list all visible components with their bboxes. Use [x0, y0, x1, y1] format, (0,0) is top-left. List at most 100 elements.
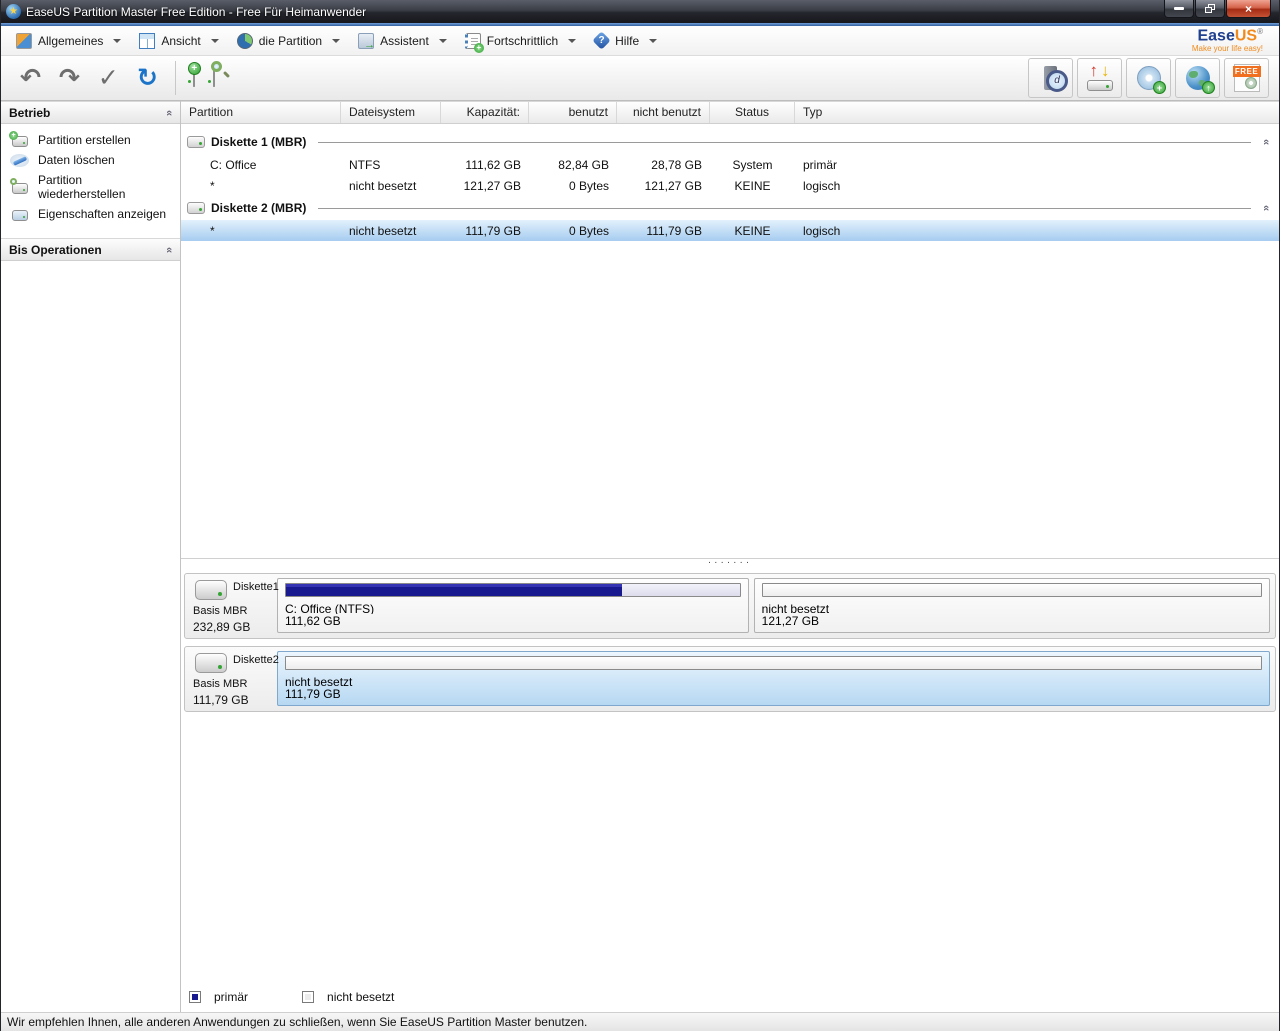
toolbar-right-group: ↑↓ + ↑ FREE	[1024, 58, 1269, 98]
disk-drive-icon	[195, 653, 227, 673]
legend-item-primaer: primär	[189, 990, 248, 1004]
create-partition-button[interactable]: +	[187, 62, 201, 87]
col-benutzt[interactable]: benutzt	[529, 102, 617, 123]
upload-web-button[interactable]: ↑	[1175, 58, 1220, 98]
col-typ[interactable]: Typ	[795, 102, 1279, 123]
partition-block-unallocated-2[interactable]: nicht besetzt 111,79 GB	[277, 651, 1270, 706]
section-title: Betrieb	[9, 105, 51, 120]
disk1-info[interactable]: Diskette1 Basis MBR 232,89 GB	[185, 574, 279, 638]
legend-item-nicht-besetzt: nicht besetzt	[302, 990, 394, 1004]
menu-fortschrittlich[interactable]: Fortschrittlich	[456, 29, 585, 53]
restore-button[interactable]	[1195, 0, 1225, 18]
general-menu-icon	[16, 32, 32, 49]
close-icon: ×	[1244, 1, 1252, 16]
partition-block-unallocated-1[interactable]: nicht besetzt 121,27 GB	[753, 578, 1270, 633]
free-offer-button[interactable]: FREE	[1224, 58, 1269, 98]
legend-label: nicht besetzt	[327, 990, 395, 1004]
disk-group-label: Diskette 1 (MBR)	[211, 135, 307, 149]
view-menu-icon	[139, 32, 156, 49]
table-row[interactable]: * nicht besetzt 121,27 GB 0 Bytes 121,27…	[181, 175, 1279, 196]
disk-group-row[interactable]: Diskette 2 (MBR) «	[181, 196, 1279, 220]
advanced-menu-icon	[464, 32, 484, 53]
menu-ansicht[interactable]: Ansicht	[130, 29, 227, 53]
col-kapazitaet[interactable]: Kapazität:	[441, 102, 529, 123]
close-button[interactable]: ×	[1226, 0, 1271, 18]
disk-panel-1: Diskette1 Basis MBR 232,89 GB C: Office …	[184, 573, 1276, 639]
sidebar: Betrieb « + Partition erstellen Daten lö…	[1, 101, 181, 1012]
title-bar: ★ EaseUS Partition Master Free Edition -…	[1, 0, 1279, 23]
easeus-logo: EaseUS® Make your life easy!	[1191, 26, 1263, 54]
menu-die-partition[interactable]: die Partition	[228, 29, 349, 53]
burn-cd-button[interactable]: +	[1126, 58, 1171, 98]
disk-group-label: Diskette 2 (MBR)	[211, 201, 307, 215]
menu-assistent[interactable]: Assistent	[349, 29, 456, 53]
check-disk-button[interactable]	[1028, 58, 1073, 98]
col-partition[interactable]: Partition	[181, 102, 341, 123]
partition-block-c-office[interactable]: C: Office (NTFS) 111,62 GB	[277, 578, 749, 633]
menu-label: Hilfe	[615, 33, 640, 48]
usage-bar	[285, 583, 741, 597]
collapse-chevron-icon[interactable]: «	[1260, 205, 1272, 211]
chevron-down-icon	[649, 38, 658, 43]
collapse-chevron-icon[interactable]: «	[1260, 139, 1272, 145]
disk-group-row[interactable]: Diskette 1 (MBR) «	[181, 130, 1279, 154]
window-controls: ×	[1163, 0, 1279, 23]
undo-icon[interactable]: ↶	[20, 65, 41, 91]
copy-disk-button[interactable]: ↑ ↓	[1077, 58, 1122, 98]
plus-badge-icon: +	[1153, 81, 1166, 94]
app-icon: ★	[6, 4, 21, 19]
collapse-chevron-icon[interactable]: «	[163, 246, 175, 252]
table-header: Partition Dateisystem Kapazität: benutzt…	[181, 102, 1279, 124]
sidebar-item-partition-wiederherstellen[interactable]: Partition wiederherstellen	[1, 170, 180, 204]
toolbar-separator	[174, 61, 176, 95]
chevron-down-icon	[438, 38, 447, 43]
chevron-down-icon	[332, 38, 341, 43]
sidebar-item-label: Eigenschaften anzeigen	[38, 207, 167, 221]
erase-data-icon	[10, 153, 29, 167]
legend-label: primär	[214, 990, 249, 1004]
menu-allgemeines[interactable]: Allgemeines	[7, 29, 130, 53]
minimize-icon	[1174, 7, 1184, 10]
partition-menu-icon	[236, 32, 253, 49]
partition-table: Partition Dateisystem Kapazität: benutzt…	[181, 101, 1279, 558]
table-row-selected[interactable]: * nicht besetzt 111,79 GB 0 Bytes 111,79…	[181, 220, 1279, 241]
col-status[interactable]: Status	[710, 102, 795, 123]
disk-name: Diskette1	[233, 581, 279, 593]
col-nicht-benutzt[interactable]: nicht benutzt	[617, 102, 710, 123]
explore-partition-button[interactable]	[210, 61, 222, 87]
pane-splitter[interactable]: ·······	[181, 558, 1279, 571]
refresh-icon[interactable]: ↻	[137, 65, 158, 91]
table-row[interactable]: C: Office NTFS 111,62 GB 82,84 GB 28,78 …	[181, 154, 1279, 175]
disk-drive-icon	[195, 580, 227, 600]
group-divider-line	[318, 141, 1251, 143]
status-text: Wir empfehlen Ihnen, alle anderen Anwend…	[7, 1015, 588, 1029]
disc-icon	[1244, 77, 1257, 89]
col-dateisystem[interactable]: Dateisystem	[341, 102, 441, 123]
usage-bar	[285, 656, 1262, 670]
disk-scheme: Basis MBR	[193, 678, 248, 690]
sidebar-item-daten-loeschen[interactable]: Daten löschen	[1, 150, 180, 170]
disk-size: 232,89 GB	[193, 620, 251, 634]
disk2-info[interactable]: Diskette2 Basis MBR 111,79 GB	[185, 647, 279, 711]
sidebar-section-bis-operationen[interactable]: Bis Operationen «	[1, 238, 180, 261]
menu-hilfe[interactable]: ? Hilfe	[585, 29, 666, 52]
recover-partition-icon	[10, 177, 29, 194]
sidebar-item-eigenschaften-anzeigen[interactable]: Eigenschaften anzeigen	[1, 204, 180, 224]
redo-icon[interactable]: ↷	[59, 65, 80, 91]
sidebar-section-betrieb[interactable]: Betrieb «	[1, 101, 180, 124]
menu-label: Fortschrittlich	[486, 33, 559, 48]
sidebar-item-partition-erstellen[interactable]: + Partition erstellen	[1, 130, 180, 150]
collapse-chevron-icon[interactable]: «	[163, 109, 175, 115]
status-bar: Wir empfehlen Ihnen, alle anderen Anwend…	[1, 1012, 1279, 1031]
chevron-down-icon	[113, 38, 122, 43]
sidebar-item-label: Partition erstellen	[38, 133, 131, 147]
drive-updown-icon: ↑ ↓	[1086, 61, 1113, 91]
app-window: ★ EaseUS Partition Master Free Edition -…	[0, 0, 1280, 1031]
magnifier-badge-icon	[210, 61, 222, 72]
chevron-down-icon	[568, 38, 577, 43]
apply-check-icon[interactable]: ✓	[98, 65, 119, 91]
disk-icon	[187, 136, 205, 148]
wizard-menu-icon	[358, 32, 375, 51]
minimize-button[interactable]	[1164, 0, 1194, 18]
disk-panel-2: Diskette2 Basis MBR 111,79 GB nicht bese…	[184, 646, 1276, 712]
